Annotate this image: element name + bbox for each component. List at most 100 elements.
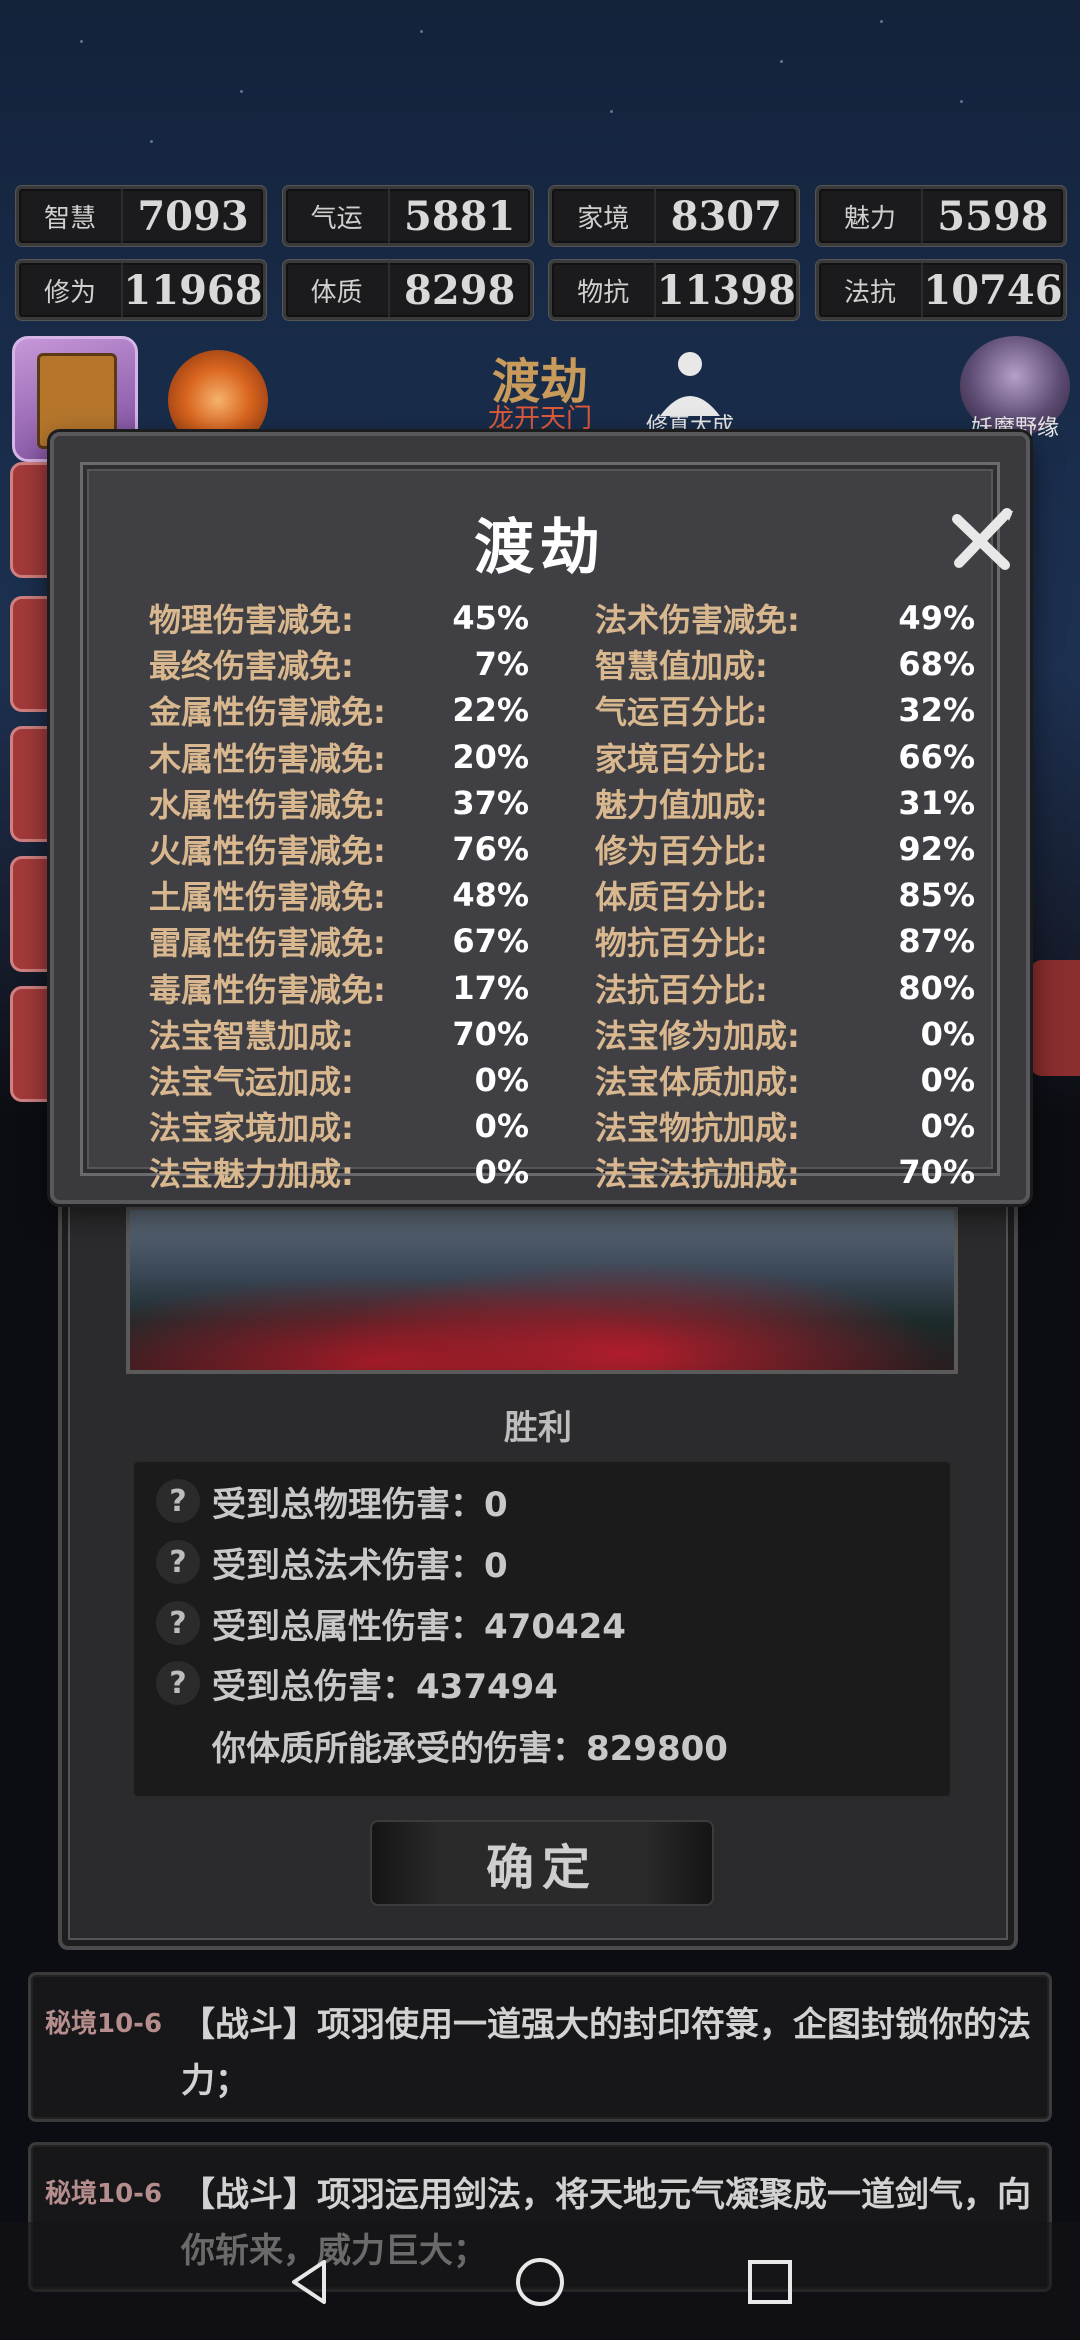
stat-charm: 魅力 5598 — [815, 186, 1066, 246]
attr-value: 0% — [920, 1107, 975, 1146]
attr-label: 法宝体质加成: — [595, 1062, 800, 1101]
attr-label: 法宝家境加成: — [149, 1109, 354, 1148]
stat-value: 11398 — [656, 266, 796, 314]
attr-row: 最终伤害减免: 7% — [149, 641, 529, 687]
attr-label: 法宝智慧加成: — [149, 1016, 354, 1055]
attr-label: 法宝魅力加成: — [149, 1155, 354, 1194]
home-circle-icon[interactable] — [510, 2252, 570, 2312]
attr-value: 0% — [920, 1060, 975, 1099]
confirm-button[interactable]: 确定 — [370, 1820, 714, 1906]
attr-row: 气运百分比: 32% — [595, 687, 975, 733]
side-tab[interactable] — [10, 462, 50, 578]
stat-label: 智慧 — [19, 189, 123, 243]
help-icon[interactable]: ? — [156, 1540, 200, 1584]
attr-row: 法宝家境加成: 0% — [149, 1103, 529, 1149]
attr-label: 木属性伤害减免: — [149, 739, 386, 778]
attr-label: 体质百分比: — [595, 878, 768, 917]
tolerance-text: 你体质所能承受的伤害：829800 — [212, 1728, 728, 1769]
attr-value: 67% — [452, 922, 529, 961]
attr-value: 37% — [452, 783, 529, 822]
attr-label: 物抗百分比: — [595, 924, 768, 963]
attr-row: 火属性伤害减免: 76% — [149, 826, 529, 872]
attr-value: 0% — [474, 1060, 529, 1099]
stat-cultivation: 修为 11968 — [16, 260, 266, 320]
attr-label: 土属性伤害减免: — [149, 878, 386, 917]
attr-label: 修为百分比: — [595, 832, 768, 871]
attr-label: 气运百分比: — [595, 693, 768, 732]
attr-value: 32% — [898, 691, 975, 730]
tolerance-row: 你体质所能承受的伤害：829800 — [212, 1720, 728, 1770]
attr-value: 7% — [474, 645, 529, 684]
stat-constitution: 体质 8298 — [282, 260, 533, 320]
attr-row: 法宝物抗加成: 0% — [595, 1103, 975, 1149]
attr-value: 48% — [452, 876, 529, 915]
stats-panel: 智慧 7093 气运 5881 家境 8307 魅力 5598 修为 11968… — [16, 186, 1066, 334]
damage-row: ? 受到总属性伤害：470424 — [156, 1598, 626, 1648]
modal-frame: 渡劫 物理伤害减免: 45% 最终伤害减免: 7% 金属性伤害减免: 22% 木属性伤… — [80, 462, 1013, 1193]
stat-value: 5881 — [403, 192, 516, 240]
attr-value: 68% — [898, 645, 975, 684]
attr-row: 法抗百分比: 80% — [595, 965, 975, 1011]
stat-value: 11968 — [123, 266, 263, 314]
side-tab[interactable] — [10, 596, 50, 712]
attr-label: 最终伤害减免: — [149, 647, 354, 686]
damage-summary: ? 受到总物理伤害：0 ? 受到总法术伤害：0 ? 受到总属性伤害：470424… — [132, 1460, 952, 1798]
attr-value: 0% — [474, 1107, 529, 1146]
attr-row: 家境百分比: 66% — [595, 734, 975, 780]
attr-row: 土属性伤害减免: 48% — [149, 872, 529, 918]
attr-value: 49% — [898, 599, 975, 638]
attr-value: 45% — [452, 599, 529, 638]
attr-value: 31% — [898, 783, 975, 822]
battle-scene-image — [126, 1206, 958, 1374]
attr-row: 法宝魅力加成: 0% — [149, 1149, 529, 1195]
attr-label: 法宝修为加成: — [595, 1016, 800, 1055]
attr-row: 体质百分比: 85% — [595, 872, 975, 918]
attr-row: 物抗百分比: 87% — [595, 918, 975, 964]
attr-value: 70% — [898, 1153, 975, 1192]
attr-value: 0% — [474, 1153, 529, 1192]
modal-title: 渡劫 — [474, 513, 606, 583]
help-icon[interactable]: ? — [156, 1479, 200, 1523]
attr-label: 雷属性伤害减免: — [149, 924, 386, 963]
back-triangle-icon[interactable] — [280, 2252, 340, 2312]
attr-label: 金属性伤害减免: — [149, 693, 386, 732]
attr-label: 智慧值加成: — [595, 647, 768, 686]
attr-value: 85% — [898, 876, 975, 915]
attr-value: 92% — [898, 830, 975, 869]
attr-row: 智慧值加成: 68% — [595, 641, 975, 687]
stat-magic-resist: 法抗 10746 — [815, 260, 1066, 320]
log-entry: 秘境10-6 【战斗】项羽使用一道强大的封印符箓，企图封锁你的法力； — [28, 1972, 1052, 2122]
attr-value: 17% — [452, 968, 529, 1007]
attr-label: 毒属性伤害减免: — [149, 970, 386, 1009]
damage-row: ? 受到总法术伤害：0 — [156, 1537, 508, 1587]
stat-label: 法抗 — [819, 263, 923, 317]
recents-square-icon[interactable] — [740, 2252, 800, 2312]
attr-row: 法宝体质加成: 0% — [595, 1057, 975, 1103]
battle-result-panel: 胜利 ? 受到总物理伤害：0 ? 受到总法术伤害：0 ? 受到总属性伤害：470… — [58, 1140, 1018, 1950]
log-tag: 秘境10-6 — [45, 2009, 163, 2039]
attr-value: 87% — [898, 922, 975, 961]
damage-row: ? 受到总物理伤害：0 — [156, 1476, 508, 1526]
help-icon[interactable]: ? — [156, 1661, 200, 1705]
attributes-right-column: 法术伤害减免: 49% 智慧值加成: 68% 气运百分比: 32% 家境百分比: 66%… — [595, 595, 975, 1195]
stat-label: 修为 — [19, 263, 123, 317]
side-tab[interactable] — [10, 856, 50, 972]
side-tab[interactable] — [10, 986, 50, 1102]
attr-label: 法术伤害减免: — [595, 601, 800, 640]
log-tag: 秘境10-6 — [45, 2179, 163, 2209]
attr-label: 物理伤害减免: — [149, 601, 354, 640]
attr-label: 水属性伤害减免: — [149, 785, 386, 824]
stat-value: 5598 — [937, 192, 1049, 240]
attr-value: 66% — [898, 737, 975, 776]
attr-value: 76% — [452, 830, 529, 869]
damage-text: 受到总属性伤害：470424 — [212, 1606, 626, 1647]
side-tab-right[interactable] — [1030, 960, 1080, 1076]
side-tab[interactable] — [10, 726, 50, 842]
close-x-icon[interactable] — [947, 505, 1017, 575]
attr-row: 木属性伤害减免: 20% — [149, 734, 529, 780]
help-icon[interactable]: ? — [156, 1601, 200, 1645]
feature-icon-bar: 渡劫 龙开天门 修真大成 妖魔野缘 — [0, 336, 1080, 462]
stat-label: 气运 — [286, 189, 390, 243]
attr-value: 22% — [452, 691, 529, 730]
attr-row: 雷属性伤害减免: 67% — [149, 918, 529, 964]
